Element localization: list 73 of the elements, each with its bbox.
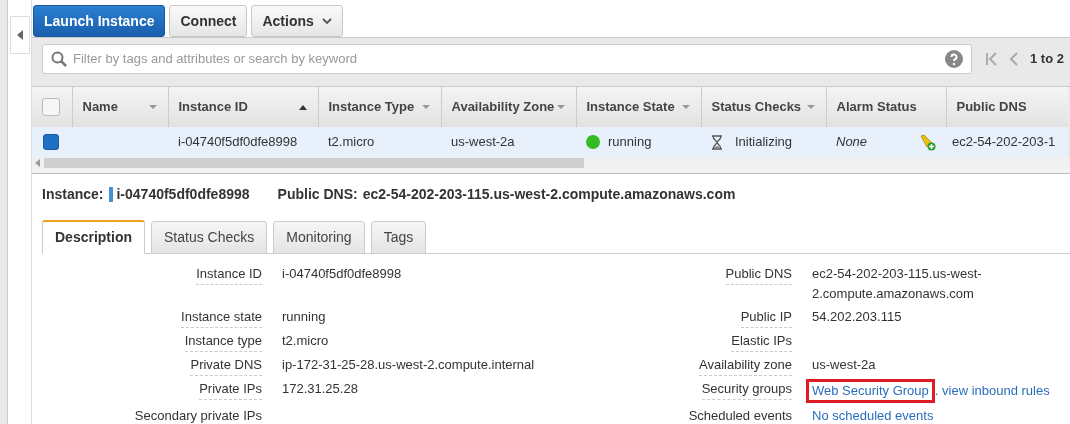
field-label: Instance ID xyxy=(196,264,262,285)
public-dns-heading: ec2-54-202-203-115.us-west-2.compute.amazonaws.com xyxy=(362,184,736,204)
instance-id-heading: i-04740f5df0dfe8998 xyxy=(116,184,250,204)
field-value: 54.202.203.115 xyxy=(812,308,902,326)
collapse-button[interactable] xyxy=(10,16,30,54)
field-label: Private DNS xyxy=(190,355,262,376)
caret-down-icon[interactable] xyxy=(805,103,816,111)
field-label: Public IP xyxy=(740,307,792,328)
link[interactable]: Web Security Group xyxy=(812,383,929,398)
tab[interactable]: Description xyxy=(42,220,145,254)
table-cell: us-west-2a xyxy=(451,134,515,150)
horizontal-scrollbar[interactable] xyxy=(32,157,1070,169)
column-header[interactable]: Instance State xyxy=(586,97,675,117)
field-label: Availability zone xyxy=(699,355,792,376)
field-label: Private IPs xyxy=(199,379,262,400)
column-header[interactable]: Instance ID xyxy=(178,97,248,117)
caret-down-icon[interactable] xyxy=(555,103,566,111)
table-cell-text: None xyxy=(836,133,868,152)
field-label: Instance type xyxy=(184,331,262,352)
field-label: Secondary private IPs xyxy=(134,406,262,424)
table-cell-text: running xyxy=(608,133,652,152)
connect-button[interactable]: Connect xyxy=(169,5,248,37)
field-label: Elastic IPs xyxy=(731,331,792,352)
actions-dropdown[interactable]: Actions xyxy=(251,5,343,37)
table-cell: i-04740f5df0dfe8998 xyxy=(178,134,298,150)
help-icon[interactable] xyxy=(945,50,963,68)
hourglass-icon xyxy=(711,134,723,150)
caret-left-icon xyxy=(17,30,23,40)
field-value: t2.micro xyxy=(282,332,329,350)
link[interactable]: No scheduled events xyxy=(812,408,934,423)
column-header[interactable]: Instance Type xyxy=(328,97,415,117)
tab[interactable]: Monitoring xyxy=(273,221,365,254)
tab[interactable]: Tags xyxy=(370,221,427,254)
caret-down-icon[interactable] xyxy=(420,103,431,111)
column-header[interactable]: Public DNS xyxy=(956,97,1027,117)
search-icon xyxy=(51,51,67,67)
select-all-checkbox[interactable] xyxy=(42,98,60,116)
column-header[interactable]: Alarm Status xyxy=(836,97,917,117)
row-checkbox[interactable] xyxy=(43,134,59,150)
table-cell: ec2-54-202-203-1 xyxy=(952,134,1056,150)
sort-ascending-icon[interactable] xyxy=(297,103,308,111)
table-cell: t2.micro xyxy=(328,134,375,150)
launch-instance-button[interactable]: Launch Instance xyxy=(33,5,166,37)
column-header[interactable]: Availability Zone xyxy=(451,97,555,117)
search-field[interactable]: Filter by tags and attributes or search by keyword xyxy=(42,44,972,74)
table-cell-text: Initializing xyxy=(735,133,793,152)
tab[interactable]: Status Checks xyxy=(151,221,268,254)
page-range: 1 to 2 xyxy=(1030,50,1064,69)
caret-left-icon[interactable] xyxy=(35,159,40,167)
search-input: Filter by tags and attributes or search by keyword xyxy=(73,49,939,69)
add-alarm-icon[interactable] xyxy=(919,133,936,151)
first-page-icon[interactable] xyxy=(986,51,998,67)
caret-down-icon[interactable] xyxy=(680,103,691,111)
field-value: running xyxy=(282,308,326,326)
field-label: Security groups xyxy=(701,379,792,400)
field-label: Public DNS xyxy=(725,264,792,285)
field-value: i-04740f5df0dfe8998 xyxy=(282,265,402,283)
field-value: ec2-54-202-203-115.us-west-2.compute.amazonaws.com xyxy=(812,265,983,303)
field-value: 172.31.25.28 xyxy=(282,380,358,398)
public-dns-label: Public DNS: xyxy=(277,184,358,204)
field-label: Instance state xyxy=(181,307,262,328)
caret-down-icon[interactable] xyxy=(147,103,158,111)
selection-marker xyxy=(109,186,114,202)
field-value: us-west-2a xyxy=(812,356,876,374)
column-header[interactable]: Name xyxy=(82,97,118,117)
column-header[interactable]: Status Checks xyxy=(711,97,802,117)
field-label: Scheduled events xyxy=(688,406,792,424)
previous-page-icon[interactable] xyxy=(1010,51,1018,67)
caret-down-icon xyxy=(321,18,332,24)
instance-label: Instance: xyxy=(42,184,104,204)
link[interactable]: . view inbound rules xyxy=(934,383,1050,398)
field-value: ip-172-31-25-28.us-west-2.compute.internal xyxy=(282,356,535,374)
scrollbar-thumb[interactable] xyxy=(44,158,584,168)
